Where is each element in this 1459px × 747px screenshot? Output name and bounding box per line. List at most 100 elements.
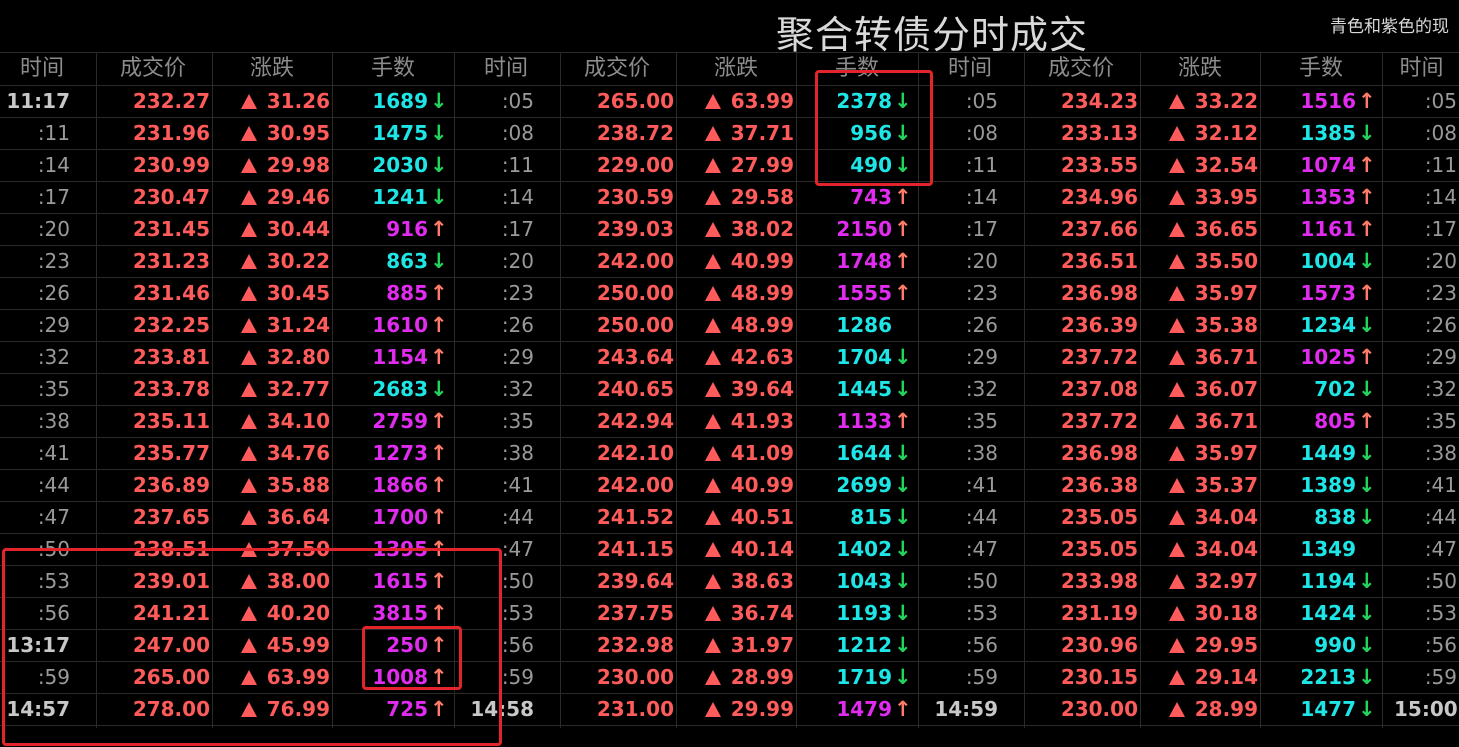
up-triangle-icon: [240, 702, 257, 717]
time-cell: :26: [965, 313, 998, 337]
up-triangle-icon: [240, 350, 257, 365]
price-cell: 232.25: [132, 313, 210, 337]
up-triangle-icon: [240, 478, 257, 493]
arrow-down-icon: ↓: [894, 537, 912, 561]
up-triangle-icon: [704, 414, 721, 429]
change-value: 28.99: [1194, 697, 1258, 721]
volume-cell: 1555: [836, 281, 892, 305]
time-cell: :23: [37, 249, 70, 273]
price-cell: 230.59: [596, 185, 674, 209]
arrow-up-icon: ↑: [1358, 153, 1376, 177]
price-cell: 231.96: [132, 121, 210, 145]
arrow-up-icon: ↑: [1358, 345, 1376, 369]
change-value: 36.07: [1194, 377, 1258, 401]
volume-cell: 1193: [836, 601, 892, 625]
time-cell: :35: [37, 377, 70, 401]
time-cell: :11: [37, 121, 70, 145]
up-triangle-icon: [704, 670, 721, 685]
volume-cell: 743: [850, 185, 892, 209]
time-cell: :05: [965, 89, 998, 113]
up-triangle-icon: [704, 446, 721, 461]
arrow-down-icon: ↓: [894, 633, 912, 657]
up-triangle-icon: [240, 446, 257, 461]
arrow-down-icon: ↓: [1358, 377, 1376, 401]
change-value: 34.76: [266, 441, 330, 465]
arrow-up-icon: ↑: [1358, 281, 1376, 305]
arrow-down-icon: ↓: [894, 473, 912, 497]
change-value: 32.97: [1194, 569, 1258, 593]
time-cell: :29: [965, 345, 998, 369]
time-cell: :38: [501, 441, 534, 465]
column-header: 时间: [483, 56, 528, 81]
time-cell: :56: [965, 633, 998, 657]
change-cell: 29.58: [676, 181, 794, 213]
time-cell: :26: [501, 313, 534, 337]
volume-cell: 1008: [372, 665, 428, 689]
time-cell: :11: [965, 153, 998, 177]
volume-cell: 1610: [372, 313, 428, 337]
arrow-up-icon: ↑: [430, 505, 448, 529]
price-cell: 231.19: [1060, 601, 1138, 625]
change-cell: 32.97: [1140, 565, 1258, 597]
change-value: 37.50: [266, 537, 330, 561]
price-cell: 242.94: [596, 409, 674, 433]
volume-cell: 1043: [836, 569, 892, 593]
change-cell: 40.99: [676, 245, 794, 277]
up-triangle-icon: [704, 606, 721, 621]
price-cell: 235.05: [1060, 505, 1138, 529]
time-cell: :44: [1424, 505, 1457, 529]
up-triangle-icon: [1168, 190, 1185, 205]
time-cell: :29: [501, 345, 534, 369]
volume-cell: 1385: [1300, 121, 1356, 145]
arrow-up-icon: ↑: [430, 409, 448, 433]
change-value: 30.45: [266, 281, 330, 305]
change-cell: 37.50: [212, 533, 330, 565]
price-cell: 231.00: [596, 697, 674, 721]
arrow-down-icon: ↓: [1358, 121, 1376, 145]
volume-cell: 805: [1314, 409, 1356, 433]
change-cell: 29.98: [212, 149, 330, 181]
time-cell: :38: [965, 441, 998, 465]
up-triangle-icon: [704, 158, 721, 173]
arrow-down-icon: ↓: [894, 89, 912, 113]
group-divider: [454, 52, 455, 728]
change-value: 29.99: [730, 697, 794, 721]
change-cell: 35.50: [1140, 245, 1258, 277]
time-cell: 11:17: [6, 89, 70, 113]
change-cell: 31.24: [212, 309, 330, 341]
arrow-down-icon: ↓: [894, 153, 912, 177]
change-cell: 32.77: [212, 373, 330, 405]
change-cell: 30.45: [212, 277, 330, 309]
up-triangle-icon: [240, 638, 257, 653]
price-cell: 265.00: [132, 665, 210, 689]
column-header: 成交价: [1047, 56, 1114, 81]
up-triangle-icon: [1168, 382, 1185, 397]
volume-cell: 1389: [1300, 473, 1356, 497]
up-triangle-icon: [240, 190, 257, 205]
time-cell: :59: [37, 665, 70, 689]
price-cell: 231.23: [132, 249, 210, 273]
price-cell: 242.00: [596, 473, 674, 497]
arrow-down-icon: ↓: [894, 377, 912, 401]
up-triangle-icon: [240, 318, 257, 333]
time-cell: :08: [965, 121, 998, 145]
price-cell: 238.72: [596, 121, 674, 145]
price-cell: 233.81: [132, 345, 210, 369]
volume-cell: 2030: [372, 153, 428, 177]
change-cell: 31.97: [676, 629, 794, 661]
up-triangle-icon: [240, 574, 257, 589]
change-cell: 40.51: [676, 501, 794, 533]
time-cell: :29: [37, 313, 70, 337]
time-cell: :50: [965, 569, 998, 593]
change-value: 48.99: [730, 281, 794, 305]
change-cell: 30.44: [212, 213, 330, 245]
change-value: 40.99: [730, 249, 794, 273]
color-note: 青色和紫色的现: [1330, 17, 1449, 37]
price-cell: 242.00: [596, 249, 674, 273]
time-cell: :26: [1424, 313, 1457, 337]
change-cell: 35.97: [1140, 437, 1258, 469]
volume-cell: 1161: [1300, 217, 1356, 241]
volume-cell: 1353: [1300, 185, 1356, 209]
column-header: 成交价: [119, 56, 186, 81]
change-value: 35.97: [1194, 281, 1258, 305]
